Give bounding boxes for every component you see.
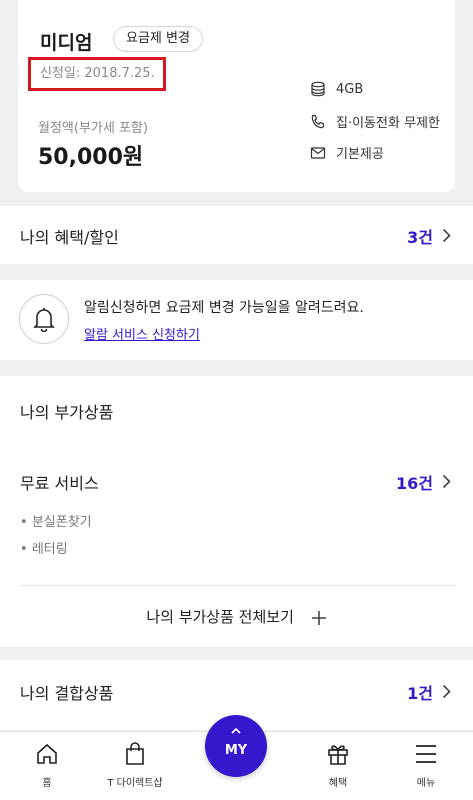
alarm-banner: 알림신청하면 요금제 변경 가능일을 알려드려요. 알람 서비스 신청하기 (0, 280, 473, 360)
bell-icon-circle (19, 294, 69, 344)
nav-home-label: 홈 (42, 778, 52, 789)
combo-title: 나의 결합상품 (20, 684, 114, 703)
nav-direct-shop-label: T 다이렉트샵 (107, 778, 163, 789)
feature-data: 4GB (310, 81, 363, 97)
phone-icon (311, 114, 325, 128)
free-service-item: • 레터링 (20, 542, 68, 557)
benefits-count: 3건 (407, 228, 433, 247)
monthly-fee-label: 월정액(부가세 포함) (38, 121, 148, 136)
view-all-label: 나의 부가상품 전체보기 (146, 608, 294, 626)
addon-title: 나의 부가상품 (20, 403, 114, 422)
plus-icon (311, 610, 326, 625)
plan-card: 미디엄 요금제 변경 신청일: 2018.7.25. 월정액(부가세 포함) 5… (18, 0, 455, 192)
benefits-row[interactable]: 나의 혜택/할인 3건 (0, 206, 473, 264)
benefits-title: 나의 혜택/할인 (20, 228, 119, 247)
hamburger-menu-icon (416, 745, 436, 763)
my-button[interactable]: MY (205, 715, 267, 777)
chevron-up-icon (231, 727, 241, 734)
feature-data-label: 4GB (336, 81, 364, 97)
signup-date: 신청일: 2018.7.25. (28, 57, 166, 91)
gift-icon (328, 745, 348, 765)
chevron-right-icon (442, 684, 451, 699)
free-service-item: • 분실폰찾기 (20, 515, 92, 530)
combo-count: 1건 (407, 684, 433, 703)
alarm-message: 알림신청하면 요금제 변경 가능일을 알려드려요. (84, 300, 364, 316)
feature-sms: 기본제공 (310, 143, 384, 162)
alarm-signup-link[interactable]: 알람 서비스 신청하기 (84, 324, 200, 343)
feature-calls-label: 집·이동전화 무제한 (336, 116, 440, 131)
plan-name: 미디엄 (40, 32, 93, 54)
chevron-right-icon (442, 228, 451, 243)
feature-calls: 집·이동전화 무제한 (310, 112, 440, 131)
shopping-bag-icon (126, 742, 144, 765)
free-service-count[interactable]: 16건 (396, 470, 433, 494)
home-icon (37, 743, 57, 764)
addon-section: 나의 부가상품 무료 서비스 16건 • 분실폰찾기 • 레터링 나의 부가상품… (0, 376, 473, 647)
divider (20, 585, 455, 586)
nav-menu-label: 메뉴 (416, 778, 436, 789)
database-icon (311, 81, 325, 97)
bell-icon (33, 308, 55, 332)
my-button-label: MY (224, 743, 248, 758)
free-service-title[interactable]: 무료 서비스 (20, 470, 99, 494)
view-all-addons-button[interactable]: 나의 부가상품 전체보기 (0, 606, 473, 627)
nav-benefit-label: 혜택 (328, 778, 348, 789)
monthly-fee-value: 50,000원 (38, 145, 144, 170)
mail-icon (310, 146, 326, 159)
chevron-right-icon[interactable] (442, 474, 451, 489)
change-plan-button[interactable]: 요금제 변경 (113, 26, 203, 52)
feature-sms-label: 기본제공 (336, 147, 384, 162)
